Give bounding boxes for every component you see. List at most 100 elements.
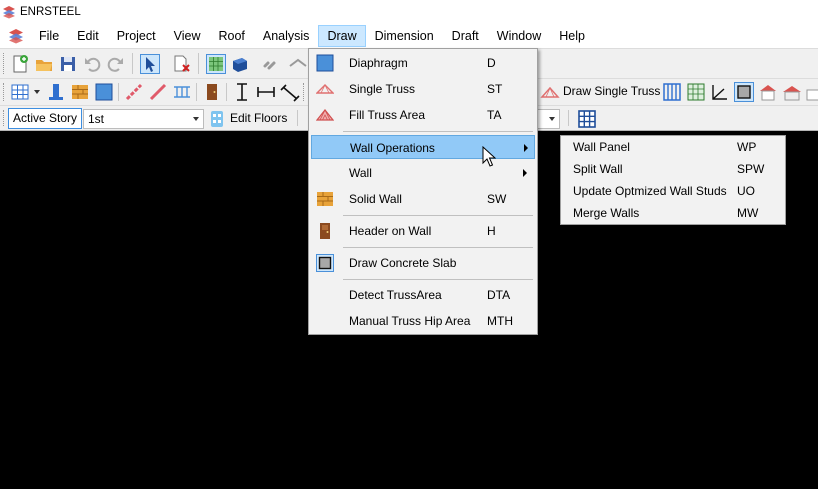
toolbar-separator — [118, 83, 119, 101]
menu-draw[interactable]: Draw — [318, 25, 366, 47]
brick-icon[interactable] — [70, 82, 90, 102]
menu-separator — [343, 279, 533, 280]
stud-wall-icon[interactable] — [662, 82, 682, 102]
submenu-item-wall-panel[interactable]: Wall Panel WP — [563, 136, 783, 158]
column-icon[interactable] — [46, 82, 66, 102]
angle-icon[interactable] — [710, 82, 730, 102]
menu-item-header-on-wall[interactable]: Header on Wall H — [311, 219, 535, 243]
mesh-icon[interactable] — [686, 82, 706, 102]
3d-view-icon[interactable] — [230, 54, 250, 74]
slab-icon — [316, 254, 334, 272]
redo-icon[interactable] — [106, 54, 126, 74]
toolbar-grip[interactable] — [3, 53, 6, 74]
menu-item-shortcut: WP — [737, 140, 757, 154]
roof-view-icon[interactable] — [288, 54, 308, 74]
menu-item-fill-truss-area[interactable]: Fill Truss Area TA — [311, 103, 535, 127]
menu-file[interactable]: File — [30, 25, 68, 47]
menu-view[interactable]: View — [165, 25, 210, 47]
open-folder-icon[interactable] — [34, 54, 54, 74]
menu-item-label: Draw Concrete Slab — [349, 256, 457, 270]
beam-icon[interactable] — [124, 82, 144, 102]
toolbar-grip[interactable] — [3, 83, 6, 101]
menu-item-single-truss[interactable]: Single Truss ST — [311, 77, 535, 101]
table-grid-icon[interactable] — [10, 82, 30, 102]
menu-edit[interactable]: Edit — [68, 25, 108, 47]
toolbar-separator — [568, 110, 569, 126]
menu-item-diaphragm[interactable]: Diaphragm D — [311, 51, 535, 75]
menu-item-label: Solid Wall — [349, 192, 402, 206]
menu-item-label: Wall Operations — [350, 141, 435, 155]
brace-icon[interactable] — [148, 82, 168, 102]
toolbar-grip[interactable] — [303, 83, 306, 101]
submenu-item-merge-walls[interactable]: Merge Walls MW — [563, 202, 783, 224]
menu-item-label: Update Optmized Wall Studs — [573, 184, 727, 198]
menu-item-draw-concrete-slab[interactable]: Draw Concrete Slab — [311, 251, 535, 275]
floors-icon[interactable] — [207, 109, 227, 129]
toolbar-separator — [132, 53, 133, 74]
menu-item-shortcut: MTH — [487, 314, 513, 328]
toolbar-separator — [196, 83, 197, 101]
menu-help[interactable]: Help — [550, 25, 594, 47]
draw-menu-dropdown: Diaphragm D Single Truss ST Fill Truss A… — [308, 48, 538, 335]
menu-item-solid-wall[interactable]: Solid Wall SW — [311, 187, 535, 211]
menu-analysis[interactable]: Analysis — [254, 25, 319, 47]
menu-item-label: Single Truss — [349, 82, 416, 96]
save-icon[interactable] — [58, 54, 78, 74]
horizontal-dimension-icon[interactable] — [256, 82, 276, 102]
submenu-item-update-optimized-wall-studs[interactable]: Update Optmized Wall Studs UO — [563, 180, 783, 202]
door-icon[interactable] — [202, 82, 222, 102]
menu-item-shortcut: H — [487, 224, 496, 238]
blue-square-icon[interactable] — [94, 82, 114, 102]
chevron-down-icon — [193, 117, 199, 121]
menu-dimension[interactable]: Dimension — [366, 25, 443, 47]
menu-project[interactable]: Project — [108, 25, 165, 47]
layout-grid-icon[interactable] — [577, 109, 597, 129]
menu-item-label: Wall Panel — [573, 140, 630, 154]
delete-item-icon[interactable] — [172, 54, 192, 74]
menu-draft[interactable]: Draft — [443, 25, 488, 47]
submenu-arrow-icon — [523, 169, 527, 177]
menu-item-label: Detect TrussArea — [349, 288, 442, 302]
link-icon[interactable] — [260, 54, 280, 74]
menu-item-manual-truss-hip-area[interactable]: Manual Truss Hip Area MTH — [311, 309, 535, 333]
menu-item-wall[interactable]: Wall — [311, 161, 535, 185]
joist-icon[interactable] — [172, 82, 192, 102]
brick-wall-icon — [317, 192, 333, 206]
menu-item-detect-truss-area[interactable]: Detect TrussArea DTA — [311, 283, 535, 307]
app-logo-icon — [3, 6, 15, 19]
menu-item-shortcut: SW — [487, 192, 507, 206]
house-roof-icon[interactable] — [782, 82, 802, 102]
menu-roof[interactable]: Roof — [209, 25, 253, 47]
draw-single-truss-button[interactable]: Draw Single Truss — [563, 84, 660, 98]
chevron-down-icon[interactable] — [34, 90, 40, 94]
house-outline-icon[interactable] — [804, 82, 818, 102]
menu-item-shortcut: TA — [487, 108, 502, 122]
undo-icon[interactable] — [82, 54, 102, 74]
house-icon[interactable] — [758, 82, 778, 102]
menu-item-label: Header on Wall — [349, 224, 432, 238]
grid-icon[interactable] — [206, 54, 226, 74]
secondary-select[interactable] — [538, 109, 560, 129]
new-file-icon[interactable] — [10, 54, 30, 74]
toolbar-grip[interactable] — [3, 110, 6, 126]
wall-operations-submenu: Wall Panel WP Split Wall SPW Update Optm… — [560, 135, 786, 225]
app-menu-icon[interactable] — [8, 28, 24, 44]
menu-item-shortcut: MW — [737, 206, 759, 220]
edit-floors-button[interactable]: Edit Floors — [230, 111, 287, 125]
aligned-dimension-icon[interactable] — [280, 82, 300, 102]
menu-item-shortcut: ST — [487, 82, 503, 96]
menu-separator — [343, 247, 533, 248]
menu-item-shortcut: UO — [737, 184, 755, 198]
select-pointer-icon[interactable] — [140, 54, 160, 74]
submenu-item-split-wall[interactable]: Split Wall SPW — [563, 158, 783, 180]
menu-window[interactable]: Window — [488, 25, 550, 47]
menu-item-label: Wall — [349, 166, 372, 180]
menu-item-wall-operations[interactable]: Wall Operations — [311, 135, 535, 159]
menu-item-label: Manual Truss Hip Area — [349, 314, 471, 328]
story-select[interactable]: 1st — [83, 109, 204, 129]
slab-icon[interactable] — [734, 82, 754, 102]
vertical-dimension-icon[interactable] — [232, 82, 252, 102]
single-truss-icon[interactable] — [540, 82, 560, 102]
toolbar-separator — [198, 53, 199, 74]
story-select-value: 1st — [88, 112, 105, 126]
